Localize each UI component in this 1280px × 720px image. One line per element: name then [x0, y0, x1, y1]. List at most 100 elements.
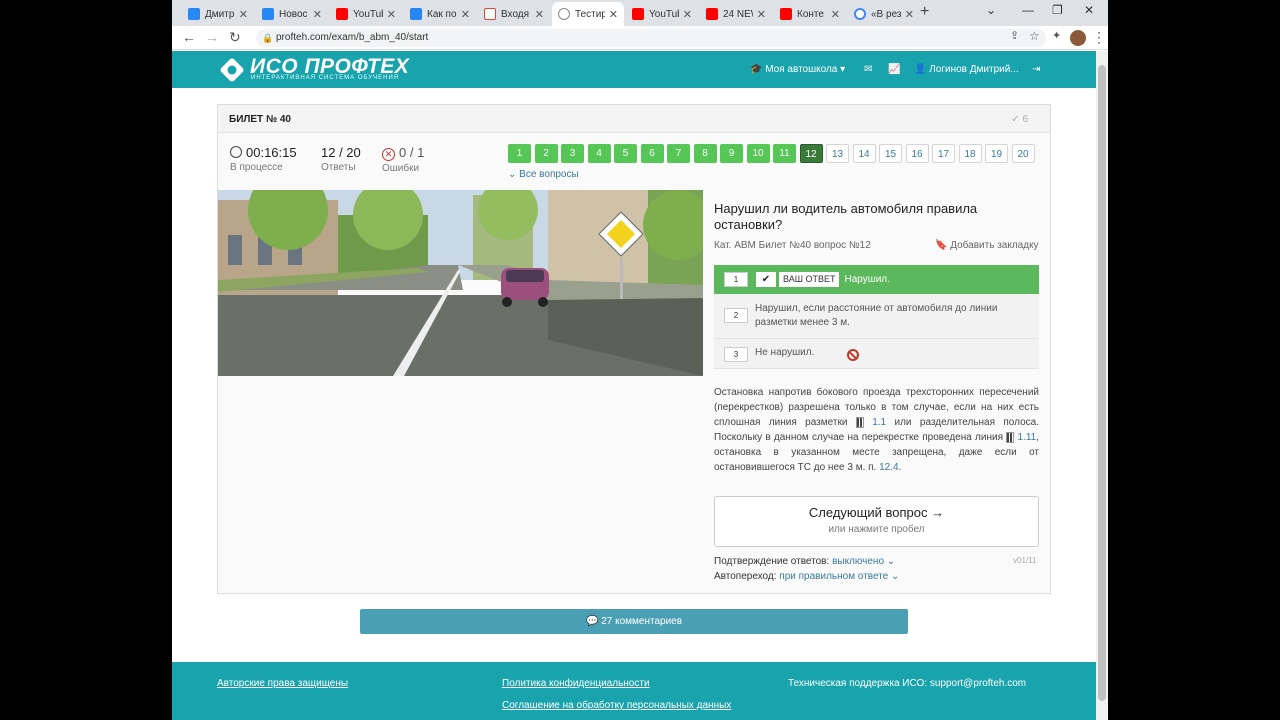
confirm-option: Подтверждение ответов: выключено ⌄: [714, 556, 895, 567]
question-number-button[interactable]: 18: [958, 144, 982, 163]
page-scrollbar[interactable]: [1096, 51, 1108, 720]
all-questions-label: Все вопросы: [519, 169, 579, 180]
comments-button[interactable]: 💬 27 комментариев: [360, 609, 908, 634]
answer-option-1[interactable]: 1 ✔ ВАШ ОТВЕТ Нарушил.: [714, 265, 1039, 294]
menu-dots-icon[interactable]: ⋮: [1092, 29, 1106, 46]
chevron-down-icon[interactable]: ⌄: [986, 3, 996, 17]
question-number-button[interactable]: 13: [826, 144, 849, 163]
close-tab-icon[interactable]: ✕: [239, 8, 248, 21]
tab-title: 24 NEW: [723, 8, 753, 20]
answer-option-3[interactable]: 3 Не нарушил.: [714, 339, 1039, 369]
your-answer-badge: ✔ ВАШ ОТВЕТ Нарушил.: [756, 272, 890, 287]
clock-icon: [230, 146, 242, 158]
question-number-button[interactable]: 17: [932, 144, 955, 163]
logout-icon[interactable]: ⇥: [1032, 64, 1040, 75]
browser-tab[interactable]: Новос ✕: [256, 2, 328, 26]
question-number-button[interactable]: 8: [693, 144, 717, 163]
forward-icon[interactable]: →: [205, 29, 219, 45]
question-number-button[interactable]: 16: [905, 144, 929, 163]
timer-stat: 00:16:15 В процессе: [230, 145, 297, 173]
bookmark-icon: 🔖: [935, 240, 948, 251]
browser-tab[interactable]: Конте ✕: [774, 2, 846, 26]
question-number-button[interactable]: 20: [1011, 144, 1035, 163]
autoadvance-dropdown[interactable]: при правильном ответе ⌄: [779, 571, 899, 582]
browser-tab[interactable]: YouTub ✕: [626, 2, 698, 26]
extensions-icon[interactable]: ✦: [1052, 29, 1061, 42]
browser-tab[interactable]: Входя ✕: [478, 2, 550, 26]
school-menu[interactable]: 🎓 Моя автошкола ▾: [750, 64, 845, 75]
road-marking-icon: [855, 416, 864, 428]
close-tab-icon[interactable]: ✕: [757, 8, 766, 21]
close-tab-icon[interactable]: ✕: [387, 8, 396, 21]
question-number-button[interactable]: 12: [799, 144, 823, 163]
question-number-button[interactable]: 11: [773, 144, 796, 163]
checkmark-icon: ✔: [756, 272, 776, 287]
vk-icon: [410, 8, 422, 20]
minimize-icon[interactable]: —: [1022, 3, 1034, 17]
autoadvance-option: Автопереход: при правильном ответе ⌄: [714, 571, 899, 582]
browser-tab[interactable]: 24 NEW ✕: [700, 2, 772, 26]
browser-tab[interactable]: Дмитр ✕: [182, 2, 254, 26]
url-field[interactable]: 🔒 profteh.com/exam/b_abm_40/start: [256, 29, 1046, 47]
back-icon[interactable]: ←: [182, 29, 196, 45]
marking-link-1-11[interactable]: 1.11: [1018, 432, 1037, 443]
copyright-link[interactable]: Авторские права защищены: [217, 678, 348, 689]
close-tab-icon[interactable]: ✕: [609, 8, 618, 21]
answer-number: 2: [724, 308, 748, 323]
browser-tab[interactable]: YouTub ✕: [330, 2, 402, 26]
version-label: v01/11: [1013, 556, 1037, 565]
question-number-button[interactable]: 10: [746, 144, 770, 163]
close-tab-icon[interactable]: ✕: [683, 8, 692, 21]
question-number-button[interactable]: 9: [720, 144, 743, 163]
browser-tab[interactable]: Тестир ✕: [552, 2, 624, 26]
user-icon: 👤: [914, 64, 927, 75]
scrollbar-thumb[interactable]: [1098, 65, 1106, 701]
question-number-button[interactable]: 14: [852, 144, 876, 163]
question-number-button[interactable]: 3: [561, 144, 584, 163]
question-number-button[interactable]: 6: [640, 144, 664, 163]
restore-icon[interactable]: ❐: [1052, 3, 1063, 17]
confirm-dropdown[interactable]: выключено ⌄: [832, 556, 895, 567]
close-tab-icon[interactable]: ✕: [905, 8, 914, 21]
star-icon[interactable]: ☆: [1029, 29, 1040, 43]
ticket-title: БИЛЕТ № 40: [229, 114, 291, 125]
answer-option-2[interactable]: 2 Нарушил, если расстояние от автомобиля…: [714, 294, 1039, 339]
close-tab-icon[interactable]: ✕: [461, 8, 470, 21]
rule-link-12-4[interactable]: 12.4: [879, 462, 898, 473]
site-header: ИСО ПРОФТЕХ ИНТЕРАКТИВНАЯ СИСТЕМА ОБУЧЕН…: [172, 51, 1096, 88]
question-number-button[interactable]: 4: [587, 144, 611, 163]
question-number-button[interactable]: 7: [667, 144, 690, 163]
new-tab-plus-icon[interactable]: +: [920, 3, 929, 21]
user-menu[interactable]: 👤 Логинов Дмитрий...: [914, 64, 1019, 75]
question-number-button[interactable]: 15: [879, 144, 902, 163]
browser-tab[interactable]: Как по ✕: [404, 2, 476, 26]
question-number-button[interactable]: 2: [534, 144, 558, 163]
timer-value: 00:16:15: [246, 145, 297, 160]
reload-icon[interactable]: ↻: [229, 29, 241, 46]
browser-tab[interactable]: «В рез ✕: [848, 2, 920, 26]
all-questions-link[interactable]: ⌄ Все вопросы: [508, 169, 579, 180]
close-tab-icon[interactable]: ✕: [313, 8, 322, 21]
question-text: Нарушил ли водитель автомобиля правила о…: [714, 201, 978, 232]
profile-avatar[interactable]: [1070, 30, 1086, 46]
logo-icon[interactable]: [219, 57, 245, 83]
answer-text: Нарушил.: [844, 274, 890, 285]
marking-link-1-1[interactable]: 1.1: [872, 417, 886, 428]
add-bookmark-link[interactable]: 🔖 Добавить закладку: [935, 240, 1039, 251]
next-question-button[interactable]: Следующий вопрос → или нажмите пробел: [714, 496, 1039, 547]
close-window-icon[interactable]: ✕: [1084, 3, 1094, 17]
school-icon: [558, 8, 570, 20]
close-tab-icon[interactable]: ✕: [831, 8, 840, 21]
share-icon[interactable]: ⇪: [1010, 29, 1019, 42]
close-tab-icon[interactable]: ✕: [535, 8, 544, 21]
answer-text: Нарушил, если расстояние от автомобиля д…: [755, 303, 998, 328]
question-number-button[interactable]: 1: [508, 144, 531, 163]
gmail-icon: [484, 8, 496, 20]
question-number-button[interactable]: 5: [614, 144, 637, 163]
chart-icon[interactable]: 📈: [888, 64, 900, 75]
question-number-button[interactable]: 19: [985, 144, 1008, 163]
privacy-link[interactable]: Политика конфиденциальности: [502, 678, 650, 689]
letterbox-right: [1108, 0, 1280, 720]
envelope-icon[interactable]: ✉: [864, 64, 872, 75]
agreement-link[interactable]: Соглашение на обработку персональных дан…: [502, 700, 731, 711]
